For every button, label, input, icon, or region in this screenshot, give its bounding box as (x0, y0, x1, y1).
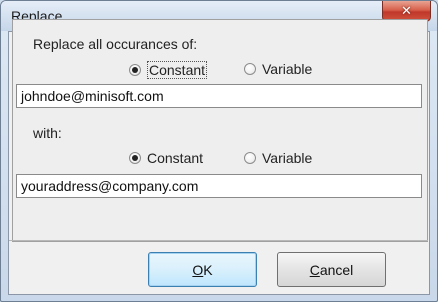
replace-variable-label: Variable (262, 150, 313, 166)
cancel-button[interactable]: Cancel (277, 252, 386, 287)
find-label: Replace all occurances of: (33, 36, 198, 52)
replace-constant-radio[interactable]: Constant (129, 150, 203, 166)
ok-button[interactable]: OK (148, 252, 257, 287)
replace-variable-radio[interactable]: Variable (244, 150, 312, 166)
find-variable-label: Variable (262, 61, 313, 77)
ok-label: K (203, 261, 213, 278)
radio-checked-icon (129, 64, 141, 76)
find-constant-label: Constant (147, 61, 208, 79)
replace-panel: Replace all occurances of: Constant Vari… (12, 19, 428, 242)
radio-checked-icon (129, 152, 141, 164)
replace-input[interactable]: youraddress@company.com (16, 174, 422, 198)
replace-constant-label: Constant (147, 150, 204, 166)
button-divider (9, 240, 428, 241)
radio-unchecked-icon (244, 63, 256, 75)
cancel-mnemonic: C (309, 261, 320, 278)
with-label: with: (33, 125, 62, 141)
cancel-label: ancel (319, 261, 354, 278)
ok-mnemonic: O (192, 261, 204, 278)
radio-unchecked-icon (244, 152, 256, 164)
find-input[interactable]: johndoe@minisoft.com (16, 84, 422, 108)
replace-dialog: Replace ✕ Replace all occurances of: Con… (0, 0, 438, 302)
find-constant-radio[interactable]: Constant (129, 61, 208, 79)
close-icon: ✕ (401, 3, 412, 19)
find-variable-radio[interactable]: Variable (244, 61, 312, 77)
